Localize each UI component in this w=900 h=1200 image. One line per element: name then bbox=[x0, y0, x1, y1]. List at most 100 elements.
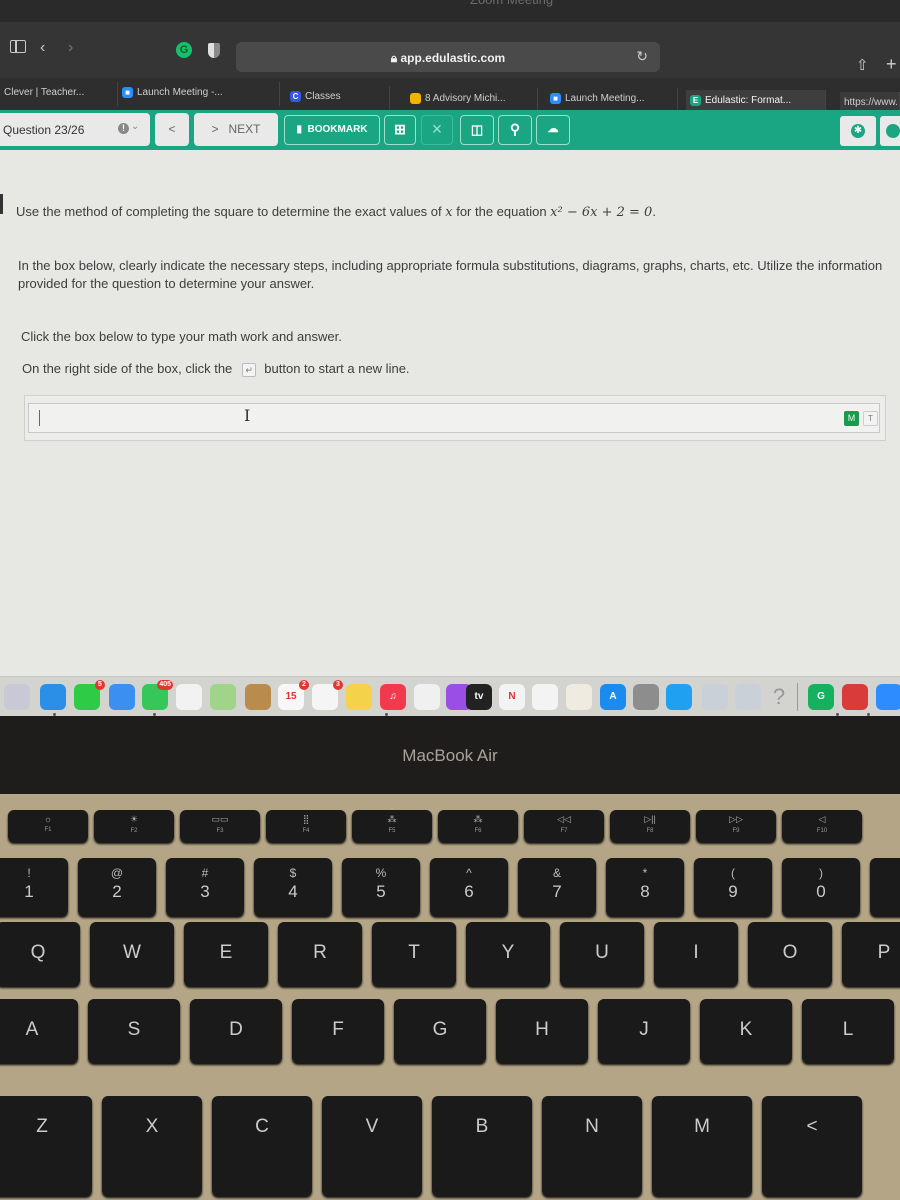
tab-classes[interactable]: C Classes bbox=[286, 86, 390, 110]
back-icon[interactable]: ‹ bbox=[40, 38, 45, 58]
text-mode-button[interactable]: T bbox=[863, 411, 878, 426]
forward-icon[interactable]: › bbox=[68, 38, 73, 58]
question-selector[interactable]: Question 23/26 ! ⌄ bbox=[0, 113, 150, 146]
magnifier-button[interactable]: ⚲ bbox=[498, 115, 532, 145]
math-mode-button[interactable]: M bbox=[844, 411, 859, 426]
settings-button[interactable] bbox=[880, 116, 900, 146]
dock-app-notes[interactable] bbox=[346, 684, 372, 710]
key-f7[interactable]: ◁◁ F7 bbox=[524, 810, 604, 842]
new-tab-icon[interactable]: + bbox=[886, 54, 897, 75]
key-7[interactable]: & 7 bbox=[518, 858, 596, 916]
dock-app-calendar[interactable]: 15 2 bbox=[278, 680, 309, 710]
key-f1[interactable]: ☼ F1 bbox=[8, 810, 88, 842]
key-u[interactable]: U bbox=[560, 922, 644, 986]
share-icon[interactable]: ⇧ bbox=[856, 56, 869, 74]
grammarly-icon[interactable]: G bbox=[176, 42, 192, 58]
key-2[interactable]: @2 bbox=[78, 858, 156, 916]
key-f9[interactable]: ▷▷ F9 bbox=[696, 810, 776, 842]
key-n[interactable]: N bbox=[542, 1096, 642, 1196]
dock-app-photo-booth[interactable] bbox=[842, 684, 868, 710]
key-s[interactable]: S bbox=[88, 999, 180, 1063]
dock-app-maps[interactable] bbox=[210, 684, 236, 710]
key-h[interactable]: H bbox=[496, 999, 588, 1063]
key-4[interactable]: $4 bbox=[254, 858, 332, 916]
tab-launch-meeting-1[interactable]: ■ Launch Meeting -... bbox=[118, 82, 280, 106]
dock-app-screens[interactable] bbox=[666, 684, 692, 710]
dock-app-mail[interactable] bbox=[109, 684, 135, 710]
dock-app-launchpad[interactable] bbox=[4, 684, 30, 710]
key-v[interactable]: V bbox=[322, 1096, 422, 1196]
key-z[interactable]: Z bbox=[0, 1096, 92, 1196]
key-t[interactable]: T bbox=[372, 922, 456, 986]
dock-app-keynote[interactable] bbox=[414, 684, 440, 710]
key-m[interactable]: M bbox=[652, 1096, 752, 1196]
dock-app-grammarly[interactable]: G bbox=[808, 684, 834, 710]
dock-app-roblox-studio[interactable] bbox=[735, 684, 761, 710]
key-w[interactable]: W bbox=[90, 922, 174, 986]
key-l[interactable]: L bbox=[802, 999, 894, 1063]
bookmark-button[interactable]: ▮ BOOKMARK bbox=[284, 115, 380, 145]
dock-app-contacts[interactable] bbox=[245, 684, 271, 710]
dock-app-facetime[interactable]: 5 bbox=[74, 680, 105, 710]
dock-app-news[interactable]: N bbox=[499, 684, 525, 710]
key-a[interactable]: A bbox=[0, 999, 78, 1063]
sidebar-icon[interactable] bbox=[10, 40, 26, 53]
key-o[interactable]: O bbox=[748, 922, 832, 986]
key-6[interactable]: ^ 6 bbox=[430, 858, 508, 916]
dock-app-help[interactable]: ? bbox=[766, 684, 792, 710]
question-grid-button[interactable]: ⊞ bbox=[384, 115, 416, 145]
dock-app-safari[interactable] bbox=[40, 684, 66, 710]
key-5[interactable]: % 5 bbox=[342, 858, 420, 916]
accessibility-button[interactable]: ✱ bbox=[840, 116, 876, 146]
key-11[interactable]: —- bbox=[870, 858, 900, 916]
dock-app-roblox[interactable] bbox=[702, 684, 728, 710]
privacy-shield-icon[interactable] bbox=[208, 43, 220, 58]
scratchpad-button[interactable]: ◫ bbox=[460, 115, 494, 145]
key-k[interactable]: K bbox=[700, 999, 792, 1063]
key-q[interactable]: Q bbox=[0, 922, 80, 986]
key-p[interactable]: P bbox=[842, 922, 900, 986]
tab-advisory[interactable]: 8 Advisory Michi... bbox=[406, 88, 538, 112]
key-i[interactable]: I bbox=[654, 922, 738, 986]
key-f2[interactable]: ☀ F2 bbox=[94, 810, 174, 842]
dock-app-app-store[interactable]: A bbox=[600, 684, 626, 710]
dock-app-zoom[interactable] bbox=[876, 684, 900, 710]
address-bar[interactable]: 🔒︎ app.edulastic.com ↻ bbox=[236, 42, 660, 72]
key-g[interactable]: G bbox=[394, 999, 486, 1063]
key-f8[interactable]: ▷|| F8 bbox=[610, 810, 690, 842]
key-b[interactable]: B bbox=[432, 1096, 532, 1196]
dock-app-reminders[interactable]: 3 bbox=[312, 680, 343, 710]
key-f5[interactable]: ⁂ F5 bbox=[352, 810, 432, 842]
dock-app-messages[interactable]: 405 bbox=[142, 680, 173, 710]
key-comma[interactable]: < bbox=[762, 1096, 862, 1196]
key-j[interactable]: J bbox=[598, 999, 690, 1063]
math-answer-input[interactable]: I M T bbox=[28, 403, 880, 433]
key-1[interactable]: ! 1 bbox=[0, 858, 68, 916]
key-8[interactable]: * 8 bbox=[606, 858, 684, 916]
dock-app-system-preferences[interactable] bbox=[633, 684, 659, 710]
key-f10[interactable]: ◁ F10 bbox=[782, 810, 862, 842]
dock-app-music[interactable]: ♫ bbox=[380, 684, 406, 710]
key-f4[interactable]: ⣿ F4 bbox=[266, 810, 346, 842]
key-f[interactable]: F bbox=[292, 999, 384, 1063]
key-3[interactable]: #3 bbox=[166, 858, 244, 916]
key-c[interactable]: C bbox=[212, 1096, 312, 1196]
reload-icon[interactable]: ↻ bbox=[636, 48, 648, 65]
dock-app-pages[interactable] bbox=[566, 684, 592, 710]
key-y[interactable]: Y bbox=[466, 922, 550, 986]
previous-button[interactable]: < bbox=[155, 113, 189, 146]
tab-launch-meeting-2[interactable]: ■ Launch Meeting... bbox=[546, 88, 678, 112]
dock-app-apple-tv[interactable]: tv bbox=[466, 684, 492, 710]
key-x[interactable]: X bbox=[102, 1096, 202, 1196]
key-e[interactable]: E bbox=[184, 922, 268, 986]
dock-app-photos[interactable] bbox=[176, 684, 202, 710]
close-button[interactable]: × bbox=[421, 115, 453, 145]
key-d[interactable]: D bbox=[190, 999, 282, 1063]
next-button[interactable]: > NEXT bbox=[194, 113, 278, 146]
upload-button[interactable]: ☁ bbox=[536, 115, 570, 145]
key-10[interactable]: ) 0 bbox=[782, 858, 860, 916]
key-f6[interactable]: ⁂ F6 bbox=[438, 810, 518, 842]
key-r[interactable]: R bbox=[278, 922, 362, 986]
dock-app-numbers[interactable] bbox=[532, 684, 558, 710]
key-f3[interactable]: ▭▭ F3 bbox=[180, 810, 260, 842]
